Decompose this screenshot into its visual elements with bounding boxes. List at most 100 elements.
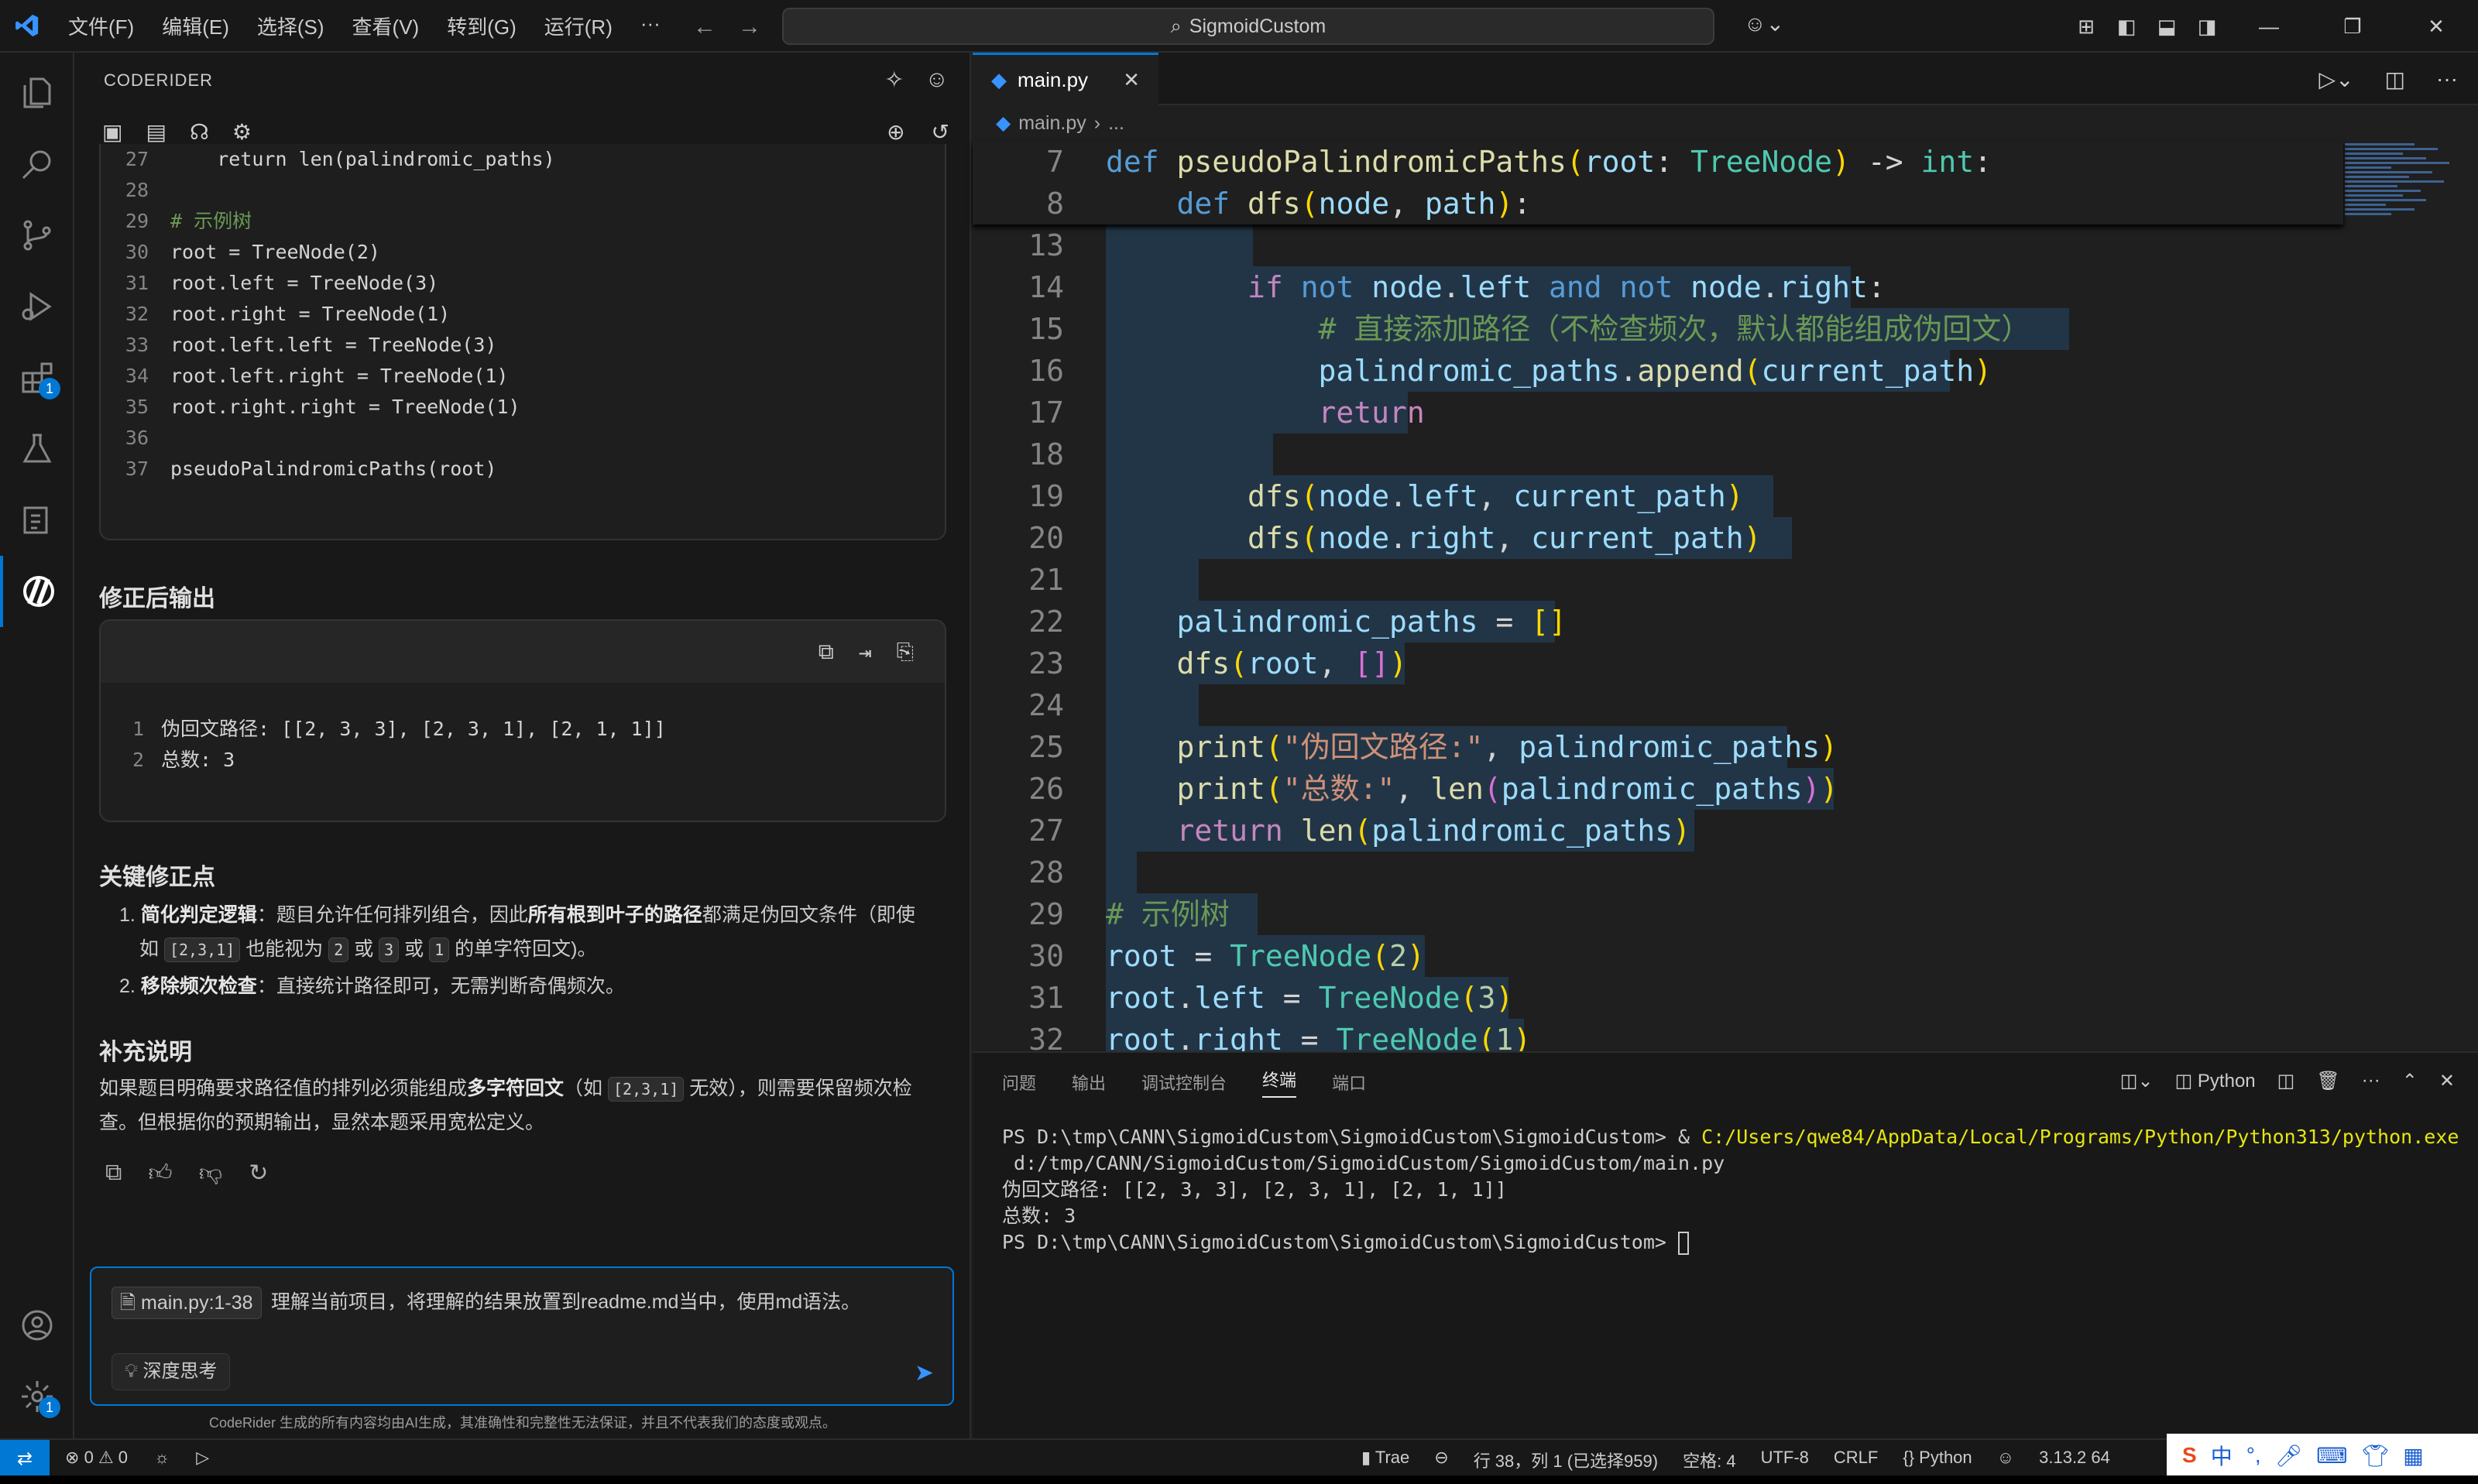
copy-message-icon[interactable]: ⧉ [105,1160,122,1188]
close-panel-icon[interactable]: ✕ [2439,1070,2455,1092]
new-chat-icon[interactable]: ⊕ [887,119,904,145]
agent-icon[interactable]: ☊ [190,119,209,145]
split-terminal-icon[interactable]: ◫ [2277,1070,2295,1092]
sticky-line: 8 def dfs(node, path): [1046,187,1532,221]
menu-file[interactable]: 文件(F) [54,12,148,40]
editor-tabs: ◆ main.py ✕ ▷⌄ ◫ ··· [973,53,2478,105]
manage-gear-icon[interactable]: 1 [0,1361,74,1432]
extensions-icon[interactable]: 1 [0,342,74,413]
skin-icon[interactable]: 👕︎ [2362,1443,2390,1469]
chat-input[interactable]: 🗎 main.py:1-38 理解当前项目，将理解的结果放置到readme.md… [90,1266,954,1406]
toggle-secondary-sidebar-icon[interactable]: ◨ [2187,15,2227,39]
code-editor[interactable]: 13 14 if not node.left and not node.righ… [973,141,2478,1051]
regenerate-icon[interactable]: ↻ [249,1160,268,1188]
back-arrow-icon[interactable]: ← [693,14,716,40]
sticky-scroll[interactable]: 7 def pseudoPalindromicPaths(root: TreeNo… [973,141,2343,224]
breadcrumb-file[interactable]: main.py [1018,112,1086,135]
snippet-line: 29 # 示例树 [125,210,252,232]
end-of-line[interactable]: CRLF [1834,1448,1878,1472]
send-icon[interactable]: ➤ [915,1359,934,1386]
source-control-icon[interactable] [0,200,74,271]
run-file-icon[interactable]: ▷⌄ [2319,67,2354,92]
punctuation-icon[interactable]: °, [2246,1443,2261,1468]
language-mode[interactable]: {} Python [1903,1448,1972,1472]
apply-icon[interactable]: ⎘ [897,639,914,665]
toggle-panel-icon[interactable]: ⬓ [2147,15,2187,39]
terminal-output[interactable]: PS D:\tmp\CANN\SigmoidCustom\SigmoidCust… [1002,1124,2459,1256]
problems-status[interactable]: ⊗ 0 ⚠ 0 [65,1448,128,1468]
search-icon: ⌕ [1170,15,1182,37]
indentation[interactable]: 空格: 4 [1683,1448,1735,1472]
maximize-panel-icon[interactable]: ⌃ [2402,1070,2418,1092]
more-actions-icon[interactable]: ··· [2436,67,2458,92]
tab-main-py[interactable]: ◆ main.py ✕ [973,53,1158,105]
code-snippet-block: 27 return len(palindromic_paths) 28 29 # … [99,144,946,540]
context-file-chip[interactable]: 🗎 main.py:1-38 [112,1287,262,1319]
copilot-status-icon[interactable]: ☺ [1997,1448,2014,1472]
debug-icon[interactable]: ☼ [154,1448,170,1468]
ime-mode[interactable]: 中 [2211,1440,2233,1471]
account-icon[interactable] [0,1290,74,1361]
run-icon[interactable]: ▷ [196,1448,209,1468]
ime-toolbar[interactable]: S 中 °, 🎤︎ ⌨ 👕︎ ▦ [2167,1434,2478,1477]
copy-icon[interactable]: ⧉ [819,639,834,665]
testing-icon[interactable] [0,413,74,485]
thumbs-down-icon[interactable]: 👎︎ [199,1160,222,1188]
deep-think-toggle[interactable]: 💡︎ 深度思考 [112,1353,231,1390]
coderider-icon[interactable] [0,556,74,627]
terminal-python-label[interactable]: ◫ Python [2175,1070,2256,1092]
tab-output[interactable]: 输出 [1072,1070,1106,1095]
insert-icon[interactable]: ⇥ [859,639,872,665]
toggle-sidebar-icon[interactable]: ◧ [2106,15,2147,39]
command-center-search[interactable]: ⌕ SigmoidCustom [782,8,1714,45]
code-line: 28 [1028,855,1064,889]
new-terminal-icon[interactable]: ◫⌄ [2120,1070,2154,1092]
breadcrumb-more[interactable]: ... [1108,112,1124,135]
chat-icon[interactable]: ▣ [102,119,122,145]
close-tab-icon[interactable]: ✕ [1123,68,1140,92]
minimize-icon[interactable]: — [2227,15,2311,39]
tab-problems[interactable]: 问题 [1002,1070,1036,1095]
thumbs-up-icon[interactable]: 👍︎ [148,1160,172,1188]
chat-input-text[interactable]: 理解当前项目，将理解的结果放置到readme.md当中，使用md语法。 [271,1287,860,1318]
keyboard-icon[interactable]: ⌨ [2316,1443,2347,1469]
python-version[interactable]: 3.13.2 64 [2039,1448,2110,1472]
history-icon[interactable]: ↺ [932,119,949,145]
user-icon[interactable]: ☺ [925,67,949,94]
customize-layout-icon[interactable]: ⊞ [2066,15,2106,39]
tab-debug-console[interactable]: 调试控制台 [1141,1070,1227,1095]
menu-edit[interactable]: 编辑(E) [148,12,243,40]
close-window-icon[interactable]: ✕ [2394,15,2478,39]
code-line: 27 return len(palindromic_paths) [1028,814,1691,848]
remote-explorer-icon[interactable] [0,485,74,556]
sparkle-icon[interactable]: ✧ [884,67,904,94]
copilot-icon[interactable]: ☺⌄ [1744,11,1784,36]
menu-goto[interactable]: 转到(G) [433,12,530,40]
toolbox-icon[interactable]: ▦ [2403,1443,2423,1469]
encoding[interactable]: UTF-8 [1761,1448,1809,1472]
menu-view[interactable]: 查看(V) [338,12,434,40]
terminal-cursor [1677,1232,1689,1255]
run-debug-icon[interactable] [0,271,74,342]
trae-status[interactable]: ▮ Trae [1361,1448,1409,1472]
tab-terminal[interactable]: 终端 [1262,1067,1297,1098]
menu-run[interactable]: 运行(R) [530,12,626,40]
microphone-icon[interactable]: 🎤︎ [2275,1443,2303,1469]
menu-selection[interactable]: 选择(S) [243,12,338,40]
tab-ports[interactable]: 端口 [1332,1070,1366,1095]
forward-arrow-icon[interactable]: → [738,14,761,40]
menu-more[interactable]: ··· [626,12,674,40]
split-editor-icon[interactable]: ◫ [2385,67,2405,92]
trash-icon[interactable]: 🗑︎ [2316,1070,2339,1092]
settings-icon[interactable]: ⚙ [232,119,252,145]
more-icon[interactable]: ··· [2362,1070,2380,1092]
snippet-line: 28 [125,179,149,201]
search-icon[interactable] [0,129,74,200]
restore-icon[interactable]: ❐ [2311,15,2394,39]
explorer-icon[interactable] [0,57,74,129]
remote-icon[interactable]: ⇄ [0,1440,50,1477]
clipboard-icon[interactable]: ▤ [146,119,166,145]
minimap[interactable] [2345,141,2461,257]
zoom-icon[interactable]: ⊖ [1434,1448,1448,1472]
cursor-position[interactable]: 行 38，列 1 (已选择959) [1474,1448,1658,1472]
